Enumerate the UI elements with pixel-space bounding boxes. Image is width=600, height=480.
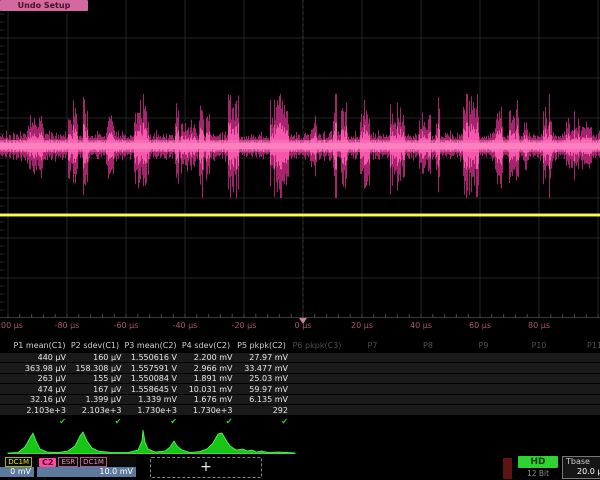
hd-bit-depth-label: 12 Bit xyxy=(518,469,558,478)
descriptor-bar: C1 DC1M 0 mV C2 ESR DC1M 10.0 mV + HD 12… xyxy=(0,456,600,480)
c1-descriptor-box[interactable]: C1 DC1M 0 mV xyxy=(0,456,34,477)
param-header-P1[interactable]: P1 mean(C1) xyxy=(13,341,66,351)
param-P5-stat-3: 59.97 mV xyxy=(235,385,288,395)
param-P1-stat-3: 474 µV xyxy=(13,385,66,395)
f1-histogram-trace[interactable] xyxy=(0,430,600,456)
param-P5-stat-4: 6.135 mV xyxy=(235,395,288,405)
status-check-icon: ✔ xyxy=(69,417,122,427)
param-P3-stat-0: 1.550616 V xyxy=(124,353,177,363)
param-P3-stat-1: 1.557591 V xyxy=(124,364,177,374)
time-tick-label: -20 µs xyxy=(232,321,257,330)
c2-channel-label: C2 xyxy=(39,458,56,467)
param-P3-stat-2: 1.550084 V xyxy=(124,374,177,384)
param-P1-stat-1: 363.98 µV xyxy=(13,364,66,374)
param-P2-stat-0: 160 µV xyxy=(69,353,122,363)
param-P2-stat-4: 1.399 µV xyxy=(69,395,122,405)
param-header-P6[interactable]: P6 pkpk(C3) xyxy=(291,341,344,351)
param-P2-stat-3: 167 µV xyxy=(69,385,122,395)
param-P1-stat-0: 440 µV xyxy=(13,353,66,363)
c2-coupling-badge: DC1M xyxy=(80,457,107,467)
time-tick-label: 40 µs xyxy=(410,321,432,330)
param-header-P7[interactable]: P7 xyxy=(346,341,399,351)
time-tick-label: -40 µs xyxy=(173,321,198,330)
param-P1-stat-4: 32.16 µV xyxy=(13,395,66,405)
param-P4-stat-4: 1.676 mV xyxy=(180,395,233,405)
param-P5-stat-2: 25.03 mV xyxy=(235,374,288,384)
param-header-P2[interactable]: P2 sdev(C1) xyxy=(69,341,122,351)
param-header-P5[interactable]: P5 pkpk(C2) xyxy=(235,341,288,351)
timebase-box[interactable]: Tbase 20.0 µs xyxy=(562,456,600,479)
param-header-P10[interactable]: P10 xyxy=(513,341,566,351)
param-header-P9[interactable]: P9 xyxy=(457,341,510,351)
time-tick-label: 80 µs xyxy=(528,321,550,330)
param-P4-stat-0: 2.200 mV xyxy=(180,353,233,363)
param-header-P4[interactable]: P4 sdev(C2) xyxy=(180,341,233,351)
param-P3-stat-4: 1.339 mV xyxy=(124,395,177,405)
param-P4-stat-1: 2.966 mV xyxy=(180,364,233,374)
param-P4-stat-5: 1.730e+3 xyxy=(180,406,233,416)
timebase-label: Tbase xyxy=(563,457,600,467)
oscilloscope-screen: Undo Setup -100 µs -80 µs -60 µs -40 µs -20 … xyxy=(0,0,600,480)
status-check-icon: ✔ xyxy=(13,417,66,427)
param-P3-stat-5: 1.730e+3 xyxy=(124,406,177,416)
param-P1-stat-2: 263 µV xyxy=(13,374,66,384)
trigger-position-icon[interactable] xyxy=(299,318,307,324)
param-P5-stat-0: 27.97 mV xyxy=(235,353,288,363)
time-tick-label: -100 µs xyxy=(0,321,23,330)
add-trace-button[interactable]: + xyxy=(150,457,262,478)
c2-descriptor-box[interactable]: C2 ESR DC1M 10.0 mV xyxy=(37,456,136,477)
timebase-value: 20.0 µs xyxy=(563,467,600,477)
c1-coupling-badge: DC1M xyxy=(5,457,32,467)
param-P4-stat-2: 1.891 mV xyxy=(180,374,233,384)
time-tick-label: -80 µs xyxy=(55,321,80,330)
param-P3-stat-3: 1.558645 V xyxy=(124,385,177,395)
param-P5-stat-1: 33.477 mV xyxy=(235,364,288,374)
undo-setup-button[interactable]: Undo Setup xyxy=(0,0,88,11)
param-P4-stat-3: 10.031 mV xyxy=(180,385,233,395)
time-tick-label: 20 µs xyxy=(351,321,373,330)
param-P2-stat-5: 2.103e+3 xyxy=(69,406,122,416)
c2-scale-value: 10.0 mV xyxy=(37,467,136,477)
time-tick-label: -60 µs xyxy=(114,321,139,330)
param-P1-stat-5: 2.103e+3 xyxy=(13,406,66,416)
status-check-icon: ✔ xyxy=(235,417,288,427)
param-P2-stat-2: 155 µV xyxy=(69,374,122,384)
status-check-icon: ✔ xyxy=(180,417,233,427)
param-header-P8[interactable]: P8 xyxy=(402,341,455,351)
param-header-P11[interactable]: P11 xyxy=(568,341,600,351)
hd-mode-badge[interactable]: HD xyxy=(518,456,558,468)
measurement-table: P1 mean(C1) 440 µV363.98 µV263 µV474 µV32… xyxy=(0,341,600,429)
param-header-P3[interactable]: P3 mean(C2) xyxy=(124,341,177,351)
param-P5-stat-5: 292 xyxy=(235,406,288,416)
param-P2-stat-1: 158.308 µV xyxy=(69,364,122,374)
c1-scale-value: 0 mV xyxy=(0,467,34,477)
status-check-icon: ✔ xyxy=(124,417,177,427)
time-tick-label: 60 µs xyxy=(469,321,491,330)
c2-esr-badge: ESR xyxy=(58,457,78,467)
trigger-box-fragment xyxy=(503,458,512,479)
graticule[interactable] xyxy=(0,0,600,318)
